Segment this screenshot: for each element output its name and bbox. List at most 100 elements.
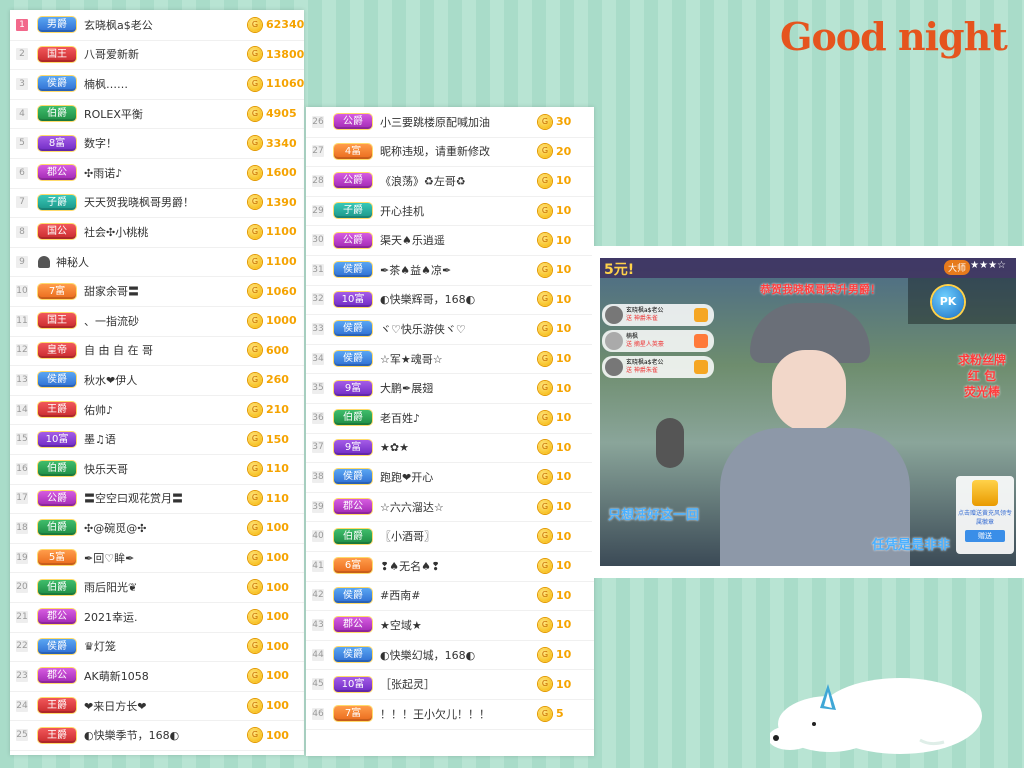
coin-icon: G <box>538 144 552 159</box>
leaderboard-row[interactable]: 13 侯爵 秋水❤伊人 G 260 <box>10 365 304 396</box>
leaderboard-row[interactable]: 27 4富 昵称违规，请重新修改 G 20 <box>306 137 594 168</box>
leaderboard-row[interactable]: 23 郡公 AK萌新1058 G 100 <box>10 661 304 692</box>
leaderboard-row[interactable]: 15 10富 墨♫语 G 150 <box>10 424 304 455</box>
gift-box-card[interactable]: 点击赠送黄充风领专属徽章 赠送 <box>956 476 1014 554</box>
leaderboard-row[interactable]: 37 9富 ★✿★ G 10 <box>306 433 594 464</box>
leaderboard-row[interactable]: 25 王爵 ◐快樂季节，168◐ G 100 <box>10 720 304 751</box>
leaderboard-row[interactable]: 41 6富 ❢♠无名♠❢ G 10 <box>306 551 594 582</box>
user-name: 楠枫…… <box>84 77 128 91</box>
leaderboard-row[interactable]: 19 5富 ✒回♡眸✒ G 100 <box>10 543 304 574</box>
leaderboard-row[interactable]: 36 伯爵 老百姓♪ G 10 <box>306 403 594 434</box>
score-value: 100 <box>266 699 289 713</box>
leaderboard-row[interactable]: 46 7富 ！！！王小欠儿！！！ G 5 <box>306 699 594 730</box>
leaderboard-row[interactable]: 42 侯爵 #西南# G 10 <box>306 581 594 612</box>
rank-number: 45 <box>312 678 324 691</box>
rank-number: 15 <box>16 433 28 446</box>
rank-badge: 侯爵 <box>38 638 76 654</box>
rank-badge: 10富 <box>38 431 76 447</box>
score-value: 20 <box>556 144 572 158</box>
leaderboard-row[interactable]: 44 侯爵 ◐快樂幻城，168◐ G 10 <box>306 640 594 671</box>
leaderboard-row[interactable]: 29 子爵 开心挂机 G 10 <box>306 196 594 227</box>
rank-badge: 7富 <box>38 283 76 299</box>
coin-icon: G <box>248 343 262 358</box>
rank-number: 40 <box>312 530 324 543</box>
coin-icon: G <box>248 254 262 269</box>
coin-icon: G <box>248 313 262 328</box>
leaderboard-row[interactable]: 7 子爵 天天贺我晓枫哥男爵！ G 1390 <box>10 188 304 219</box>
user-name: 甜家余哥〓 <box>84 285 139 299</box>
leaderboard-row[interactable]: 32 10富 ◐快樂辉哥，168◐ G 10 <box>306 285 594 316</box>
rank-number: 3 <box>16 77 28 90</box>
user-name: 玄晓枫a$老公 <box>84 18 153 32</box>
rank-badge: 侯爵 <box>334 351 372 367</box>
rank-number: 41 <box>312 559 324 572</box>
leaderboard-row[interactable]: 39 郡公 ☆六六溜达☆ G 10 <box>306 492 594 523</box>
user-name: 神秘人 <box>56 255 89 269</box>
leaderboard-row[interactable]: 30 公爵 渠天♠乐逍遥 G 10 <box>306 225 594 256</box>
leaderboard-row[interactable]: 17 公爵 〓空空曰观花赏月〓 G 110 <box>10 484 304 515</box>
user-name: #西南# <box>380 589 421 603</box>
leaderboard-row[interactable]: 2 国王 八哥爱新新 G 13800 <box>10 40 304 71</box>
leaderboard-row[interactable]: 21 郡公 2021幸运. G 100 <box>10 602 304 633</box>
score-value: 1100 <box>266 225 297 239</box>
rank-badge: 伯爵 <box>38 461 76 477</box>
leaderboard-row[interactable]: 9 神秘人 G 1100 <box>10 247 304 278</box>
user-name: 跑跑❤开心 <box>380 470 434 484</box>
leaderboard-row[interactable]: 22 侯爵 ♛灯笼 G 100 <box>10 632 304 663</box>
leaderboard-row[interactable]: 16 伯爵 快乐天哥 G 110 <box>10 454 304 485</box>
leaderboard-row[interactable]: 11 国王 、一指流砂 G 1000 <box>10 306 304 337</box>
score-value: 10 <box>556 263 572 277</box>
coin-icon: G <box>538 292 552 307</box>
leaderboard-row[interactable]: 1 男爵 玄晓枫a$老公 G 62340 <box>10 10 304 41</box>
leaderboard-row[interactable]: 45 10富 ［张起灵］ G 10 <box>306 669 594 700</box>
promo-line-3: 荧光棒 <box>963 385 1000 399</box>
leaderboard-row[interactable]: 40 伯爵 〖小酒哥〗 G 10 <box>306 521 594 552</box>
leaderboard-row[interactable]: 24 王爵 ❤来日方长❤ G 100 <box>10 691 304 722</box>
leaderboard-row[interactable]: 31 侯爵 ✒茶♠益♠凉✒ G 10 <box>306 255 594 286</box>
coin-icon: G <box>538 677 552 692</box>
leaderboard-row[interactable]: 12 皇帝自 由 自 在 哥 G 600 <box>10 336 304 367</box>
user-name: 、一指流砂 <box>84 314 139 328</box>
rank-badge: 9富 <box>334 380 372 396</box>
leaderboard-row[interactable]: 26 公爵 小三要跳楼原配喊加油 G 30 <box>306 107 594 138</box>
coin-icon: G <box>248 668 262 683</box>
leaderboard-row[interactable]: 28 公爵 《浪荡》♻左哥♻ G 10 <box>306 166 594 197</box>
stream-card: 5元! 大师 ★★★☆ 恭贺我晓枫哥荣升男爵！ 玄晓枫a$老公 送 神爵朱雀 楠… <box>592 246 1024 578</box>
pk-button[interactable]: PK <box>932 286 964 318</box>
leaderboard-row[interactable]: 43 郡公 ★空域★ G 10 <box>306 610 594 641</box>
promo-text: 求粉丝牌 红 包 荧光棒 <box>958 352 1006 400</box>
leaderboard-row[interactable]: 4 伯爵 ROLEX平衡 G 4905 <box>10 99 304 130</box>
leaderboard-row[interactable]: 38 侯爵 跑跑❤开心 G 10 <box>306 462 594 493</box>
score-value: 62340 <box>266 18 305 32</box>
gift-send-button[interactable]: 赠送 <box>965 530 1005 542</box>
rank-badge: 伯爵 <box>38 520 76 536</box>
rank-number: 26 <box>312 115 324 128</box>
coin-icon: G <box>248 550 262 565</box>
rank-number: 24 <box>16 699 28 712</box>
leaderboard-row[interactable]: 3 侯爵 楠枫…… G 11060 <box>10 69 304 100</box>
leaderboard-row[interactable]: 20 伯爵 雨后阳光❦ G 100 <box>10 572 304 603</box>
leaderboard-row[interactable]: 18 伯爵 ✣@碗觅@✣ G 100 <box>10 513 304 544</box>
score-value: 10 <box>556 292 572 306</box>
leaderboard-row[interactable]: 34 侯爵 ☆军★魂哥☆ G 10 <box>306 344 594 375</box>
user-name: 〖小酒哥〗 <box>380 530 435 544</box>
chat-item: 楠枫 送 摘星人英豪 <box>602 330 714 352</box>
star-rating-icon: ★★★☆ <box>970 260 1006 271</box>
leaderboard-row[interactable]: 8 国公 社会✣小桃桃 G 1100 <box>10 217 304 248</box>
user-name: 天天贺我晓枫哥男爵！ <box>84 196 194 210</box>
leaderboard-row[interactable]: 14 王爵 佑帅♪ G 210 <box>10 395 304 426</box>
master-badge: 大师 <box>943 260 970 275</box>
score-value: 260 <box>266 373 289 387</box>
leaderboard-row[interactable]: 5 8富 数字！ G 3340 <box>10 128 304 159</box>
leaderboard-row[interactable]: 6 郡公 ✣雨诺♪ G 1600 <box>10 158 304 189</box>
rank-badge: 侯爵 <box>334 262 372 278</box>
rank-number: 9 <box>16 255 28 268</box>
leaderboard-row[interactable]: 33 侯爵 ヾ♡快乐游侠ヾ♡ G 10 <box>306 314 594 345</box>
leaderboard-row[interactable]: 10 7富 甜家余哥〓 G 1060 <box>10 276 304 307</box>
coin-icon: G <box>538 262 552 277</box>
score-value: 1100 <box>266 255 297 269</box>
rank-badge: 子爵 <box>334 203 372 219</box>
rank-badge: 4富 <box>334 143 372 159</box>
score-value: 110 <box>266 491 289 505</box>
leaderboard-row[interactable]: 35 9富 大鹏✒展翅 G 10 <box>306 373 594 404</box>
